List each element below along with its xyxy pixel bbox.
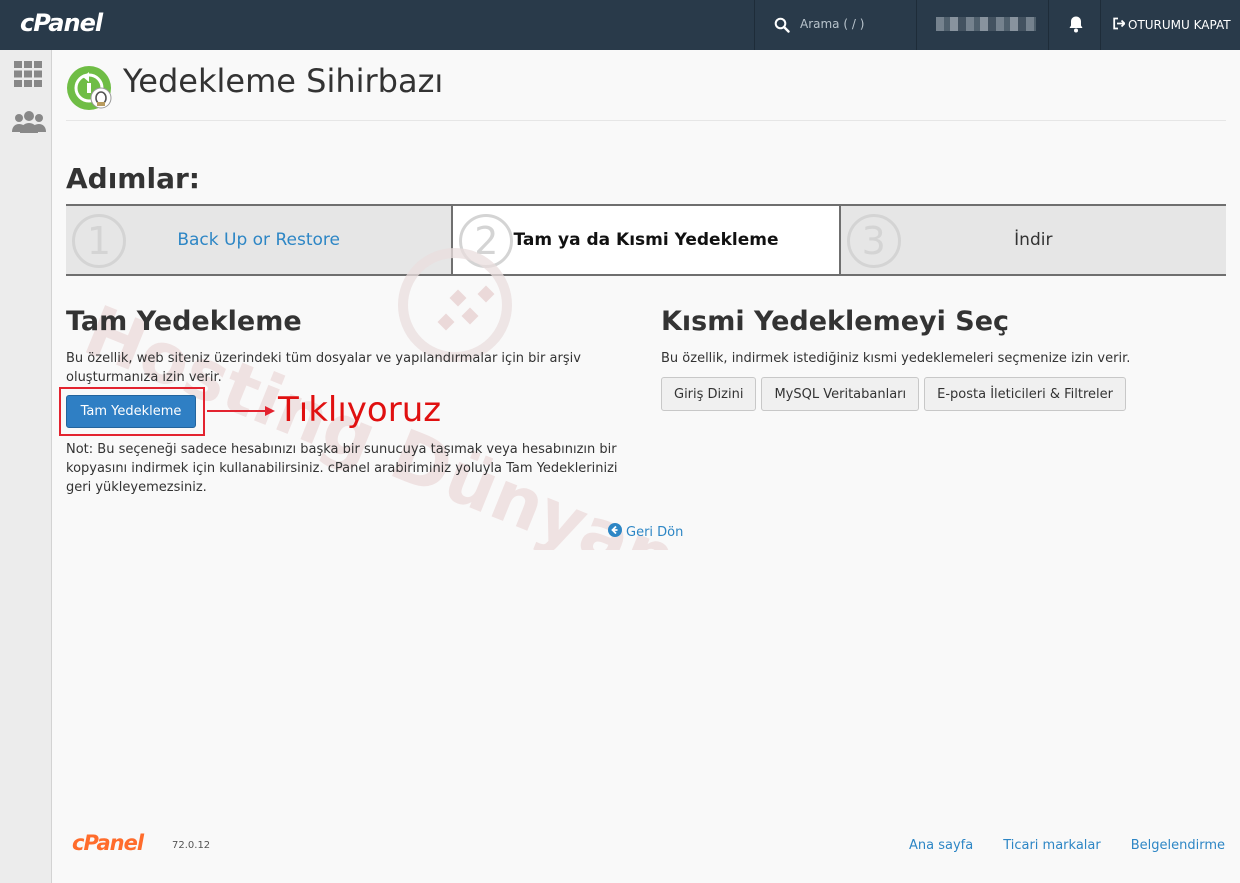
- arrow-left-circle-icon: [608, 523, 622, 541]
- email-forwarders-filters-button[interactable]: E-posta İleticileri & Filtreler: [924, 377, 1126, 411]
- full-backup-note: Not: Bu seçeneği sadece hesabınızı başka…: [66, 442, 618, 495]
- apps-grid-icon[interactable]: [14, 61, 42, 91]
- search-input[interactable]: Arama ( / ): [800, 17, 864, 31]
- full-backup-description: Bu özellik, web siteniz üzerindeki tüm d…: [66, 351, 581, 385]
- step-3: 3 İndir: [840, 204, 1226, 276]
- go-back-link[interactable]: Geri Dön: [608, 523, 683, 541]
- step-1-link[interactable]: Back Up or Restore: [177, 230, 340, 250]
- sidebar: [0, 50, 52, 883]
- step-number: 2: [459, 214, 514, 268]
- step-number: 3: [846, 214, 901, 268]
- full-backup-title: Tam Yedekleme: [66, 306, 302, 337]
- steps-heading: Adımlar:: [66, 162, 200, 195]
- step-number: 1: [72, 214, 126, 268]
- cpanel-logo[interactable]: cPanel: [20, 9, 103, 37]
- annotation-text: Tıklıyoruz: [278, 390, 442, 430]
- backup-wizard-icon: [66, 64, 116, 116]
- footer-links: Ana sayfa Ticari markalar Belgelendirme: [909, 838, 1225, 853]
- users-icon[interactable]: [11, 110, 47, 138]
- mysql-databases-button[interactable]: MySQL Veritabanları: [761, 377, 920, 411]
- wizard-steps: 1 Back Up or Restore 2 Tam ya da Kısmi Y…: [66, 204, 1226, 276]
- step-1[interactable]: 1 Back Up or Restore: [66, 204, 452, 276]
- logout-button[interactable]: OTURUMU KAPAT: [1112, 17, 1231, 33]
- go-back-label: Geri Dön: [626, 524, 684, 540]
- search-icon[interactable]: [774, 17, 790, 37]
- home-directory-button[interactable]: Giriş Dizini: [661, 377, 757, 411]
- step-2-active: 2 Tam ya da Kısmi Yedekleme: [451, 204, 841, 276]
- footer-link-home[interactable]: Ana sayfa: [909, 838, 973, 853]
- bell-icon[interactable]: [1068, 15, 1084, 37]
- partial-backup-buttons: Giriş Dizini MySQL Veritabanları E-posta…: [661, 377, 1126, 411]
- logout-label: OTURUMU KAPAT: [1128, 18, 1231, 32]
- step-2-label: Tam ya da Kısmi Yedekleme: [513, 230, 779, 250]
- navbar-divider: [1100, 0, 1101, 50]
- annotation-highlight-box: [59, 387, 205, 436]
- version-number: 72.0.12: [172, 840, 211, 851]
- step-3-label: İndir: [1014, 230, 1053, 250]
- logout-icon: [1112, 17, 1126, 33]
- partial-backup-description: Bu özellik, indirmek istediğiniz kısmi y…: [661, 351, 1131, 366]
- footer-link-trademarks[interactable]: Ticari markalar: [1003, 838, 1101, 853]
- page-title: Yedekleme Sihirbazı: [123, 62, 444, 100]
- annotation-arrow-icon: [207, 406, 275, 416]
- title-divider: [66, 120, 1226, 121]
- username-blurred[interactable]: [936, 17, 1036, 31]
- navbar-divider: [754, 0, 755, 50]
- top-navbar: cPanel Arama ( / ) OTURUMU KAPAT: [0, 0, 1240, 50]
- footer-cpanel-logo[interactable]: cPanel: [72, 831, 144, 855]
- navbar-divider: [916, 0, 917, 50]
- footer-link-documentation[interactable]: Belgelendirme: [1131, 838, 1225, 853]
- partial-backup-title: Kısmi Yedeklemeyi Seç: [661, 306, 1010, 337]
- navbar-divider: [1048, 0, 1049, 50]
